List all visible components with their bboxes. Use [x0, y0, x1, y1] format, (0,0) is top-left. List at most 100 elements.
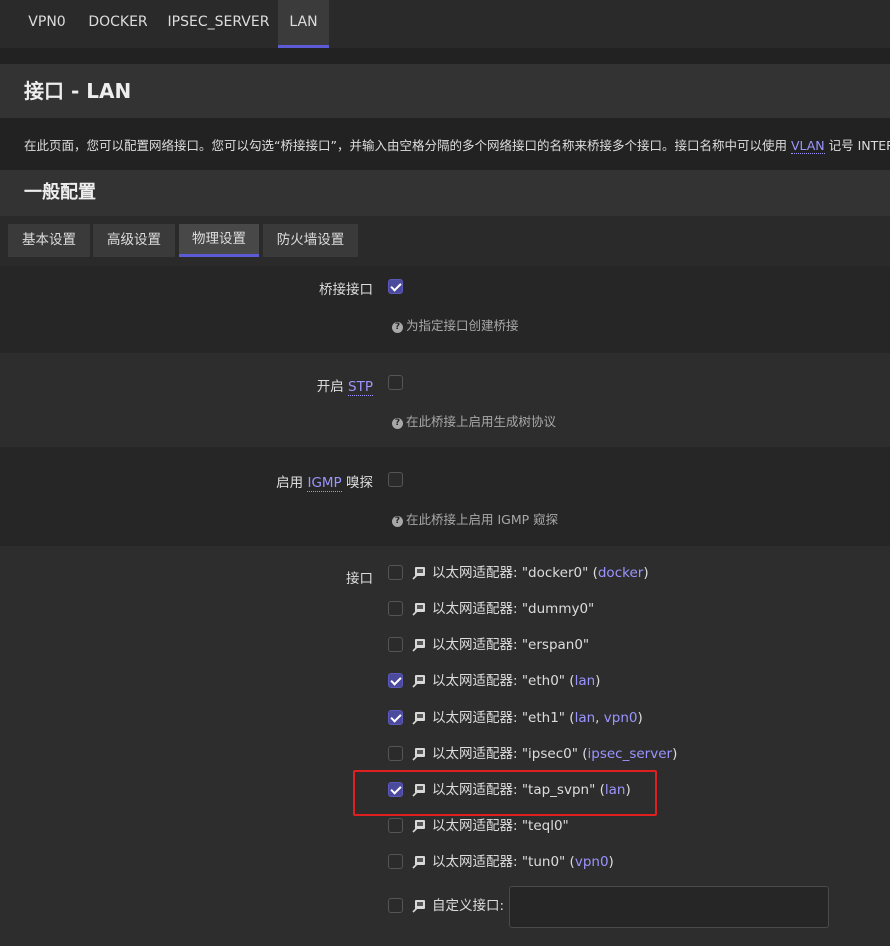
paren-open: (	[565, 673, 575, 689]
interface-checkbox[interactable]	[388, 601, 403, 616]
interface-label: 以太网适配器: "teql0"	[432, 816, 569, 836]
interface-option: 以太网适配器: "eth0" (lan)	[0, 671, 890, 691]
interface-option: 以太网适配器: "erspan0"	[0, 635, 890, 655]
network-link[interactable]: vpn0	[575, 854, 609, 870]
interface-label: 以太网适配器: "erspan0"	[432, 635, 589, 655]
tab-ipsec-server[interactable]: IPSEC_SERVER	[160, 0, 277, 46]
separator: ,	[595, 710, 604, 726]
ethernet-adapter-icon	[412, 675, 425, 688]
interface-option: 以太网适配器: "tap_svpn" (lan)	[0, 780, 890, 800]
sub-tab-bar: 基本设置 高级设置 物理设置 防火墙设置	[0, 216, 890, 266]
network-link[interactable]: lan	[575, 710, 596, 726]
interface-name: 以太网适配器: "erspan0"	[432, 637, 590, 653]
network-link[interactable]: ipsec_server	[588, 746, 673, 762]
custom-interface-input[interactable]	[509, 886, 829, 928]
interface-label: 以太网适配器: "eth1" (lan, vpn0)	[432, 708, 643, 728]
interface-label: 以太网适配器: "docker0" (docker)	[432, 563, 649, 583]
interface-name: 以太网适配器: "eth0"	[432, 673, 566, 689]
interface-option: 以太网适配器: "dummy0"	[0, 599, 890, 619]
interface-name: 以太网适配器: "eth1"	[432, 710, 566, 726]
interface-name: 以太网适配器: "tun0"	[432, 854, 566, 870]
tab-firewall-settings[interactable]: 防火墙设置	[263, 224, 358, 257]
interface-checkbox[interactable]	[388, 782, 403, 797]
interface-checkbox[interactable]	[388, 673, 403, 688]
interface-checkbox[interactable]	[388, 637, 403, 652]
tab-advanced-settings[interactable]: 高级设置	[93, 224, 175, 257]
stp-abbr: STP	[348, 379, 373, 396]
stp-label-prefix: 开启	[316, 379, 349, 395]
interface-label: 以太网适配器: "tap_svpn" (lan)	[432, 780, 631, 800]
custom-interface-label: 自定义接口:	[432, 898, 505, 914]
question-circle-icon: ?	[392, 516, 403, 527]
interface-name: 以太网适配器: "teql0"	[432, 818, 569, 834]
section-title: 一般配置	[24, 182, 96, 203]
question-circle-icon: ?	[392, 322, 403, 333]
ethernet-adapter-icon	[412, 712, 425, 725]
bridge-checkbox[interactable]	[388, 279, 403, 294]
paren-open: (	[577, 746, 588, 762]
igmp-row: 启用 IGMP 嗅探 ? 在此桥接上启用 IGMP 窥探	[0, 447, 890, 546]
interface-option: 以太网适配器: "ipsec0" (ipsec_server)	[0, 744, 890, 764]
top-tab-bar: VPN0 DOCKER IPSEC_SERVER LAN	[0, 0, 890, 48]
paren-close: )	[625, 782, 631, 798]
page-title: 接口 - LAN	[24, 79, 132, 103]
paren-close: )	[637, 710, 643, 726]
interface-label: 以太网适配器: "eth0" (lan)	[432, 671, 600, 691]
vlan-abbr: VLAN	[790, 138, 825, 154]
ethernet-adapter-icon	[412, 856, 425, 869]
interface-option: 以太网适配器: "eth1" (lan, vpn0)	[0, 708, 890, 728]
ethernet-adapter-icon	[412, 784, 425, 797]
interface-checkbox[interactable]	[388, 565, 403, 580]
description-text-end: 记号 INTERFACE.VLANNR（例如：eth0.1）	[828, 138, 890, 153]
stp-hint-text: 在此桥接上启用生成树协议	[406, 414, 557, 429]
network-link[interactable]: lan	[575, 673, 596, 689]
tab-docker[interactable]: DOCKER	[80, 0, 156, 46]
igmp-label: 启用 IGMP 嗅探	[276, 471, 373, 492]
custom-interface-checkbox[interactable]	[388, 898, 403, 913]
page-description: 在此页面，您可以配置网络接口。您可以勾选“桥接接口”，并输入由空格分隔的多个网络…	[24, 135, 890, 154]
network-link[interactable]: docker	[598, 565, 643, 581]
network-link[interactable]: vpn0	[604, 710, 638, 726]
igmp-checkbox[interactable]	[388, 472, 403, 487]
interface-name: 以太网适配器: "tap_svpn"	[432, 782, 596, 798]
ethernet-adapter-icon	[412, 820, 425, 833]
question-circle-icon: ?	[392, 418, 403, 429]
paren-open: (	[595, 782, 605, 798]
interface-checkbox[interactable]	[388, 818, 403, 833]
stp-label: 开启 STP	[316, 375, 373, 396]
ethernet-adapter-icon	[412, 748, 425, 761]
interface-label: 以太网适配器: "dummy0"	[432, 599, 594, 619]
tab-lan[interactable]: LAN	[278, 0, 329, 48]
interface-checkbox[interactable]	[388, 854, 403, 869]
stp-row: 开启 STP ? 在此桥接上启用生成树协议	[0, 353, 890, 447]
interface-option: 以太网适配器: "docker0" (docker)	[0, 563, 890, 583]
stp-checkbox[interactable]	[388, 375, 403, 390]
page-header: 接口 - LAN	[0, 64, 890, 118]
ethernet-adapter-icon	[412, 603, 425, 616]
bridge-row: 桥接接口 ? 为指定接口创建桥接	[0, 266, 890, 353]
igmp-hint: ? 在此桥接上启用 IGMP 窥探	[392, 509, 558, 528]
interface-checkbox[interactable]	[388, 710, 403, 725]
ethernet-adapter-icon	[412, 900, 425, 913]
interface-name: 以太网适配器: "dummy0"	[432, 601, 595, 617]
interface-checkbox[interactable]	[388, 746, 403, 761]
tab-basic-settings[interactable]: 基本设置	[8, 224, 90, 257]
tab-vpn0[interactable]: VPN0	[17, 0, 77, 46]
paren-open: (	[565, 854, 575, 870]
interface-name: 以太网适配器: "docker0"	[432, 565, 589, 581]
interface-label: 以太网适配器: "ipsec0" (ipsec_server)	[432, 744, 677, 764]
igmp-label-suffix: 嗅探	[341, 475, 373, 491]
paren-open: (	[565, 710, 575, 726]
section-header: 一般配置	[0, 170, 890, 216]
ethernet-adapter-icon	[412, 567, 425, 580]
network-link[interactable]: lan	[605, 782, 626, 798]
tab-physical-settings[interactable]: 物理设置	[179, 224, 259, 257]
ethernet-adapter-icon	[412, 639, 425, 652]
interface-option: 以太网适配器: "tun0" (vpn0)	[0, 852, 890, 872]
paren-open: (	[588, 565, 598, 581]
igmp-abbr: IGMP	[307, 475, 342, 492]
bridge-label: 桥接接口	[319, 282, 373, 298]
stp-hint: ? 在此桥接上启用生成树协议	[392, 411, 556, 430]
paren-close: )	[643, 565, 649, 581]
paren-close: )	[595, 673, 601, 689]
